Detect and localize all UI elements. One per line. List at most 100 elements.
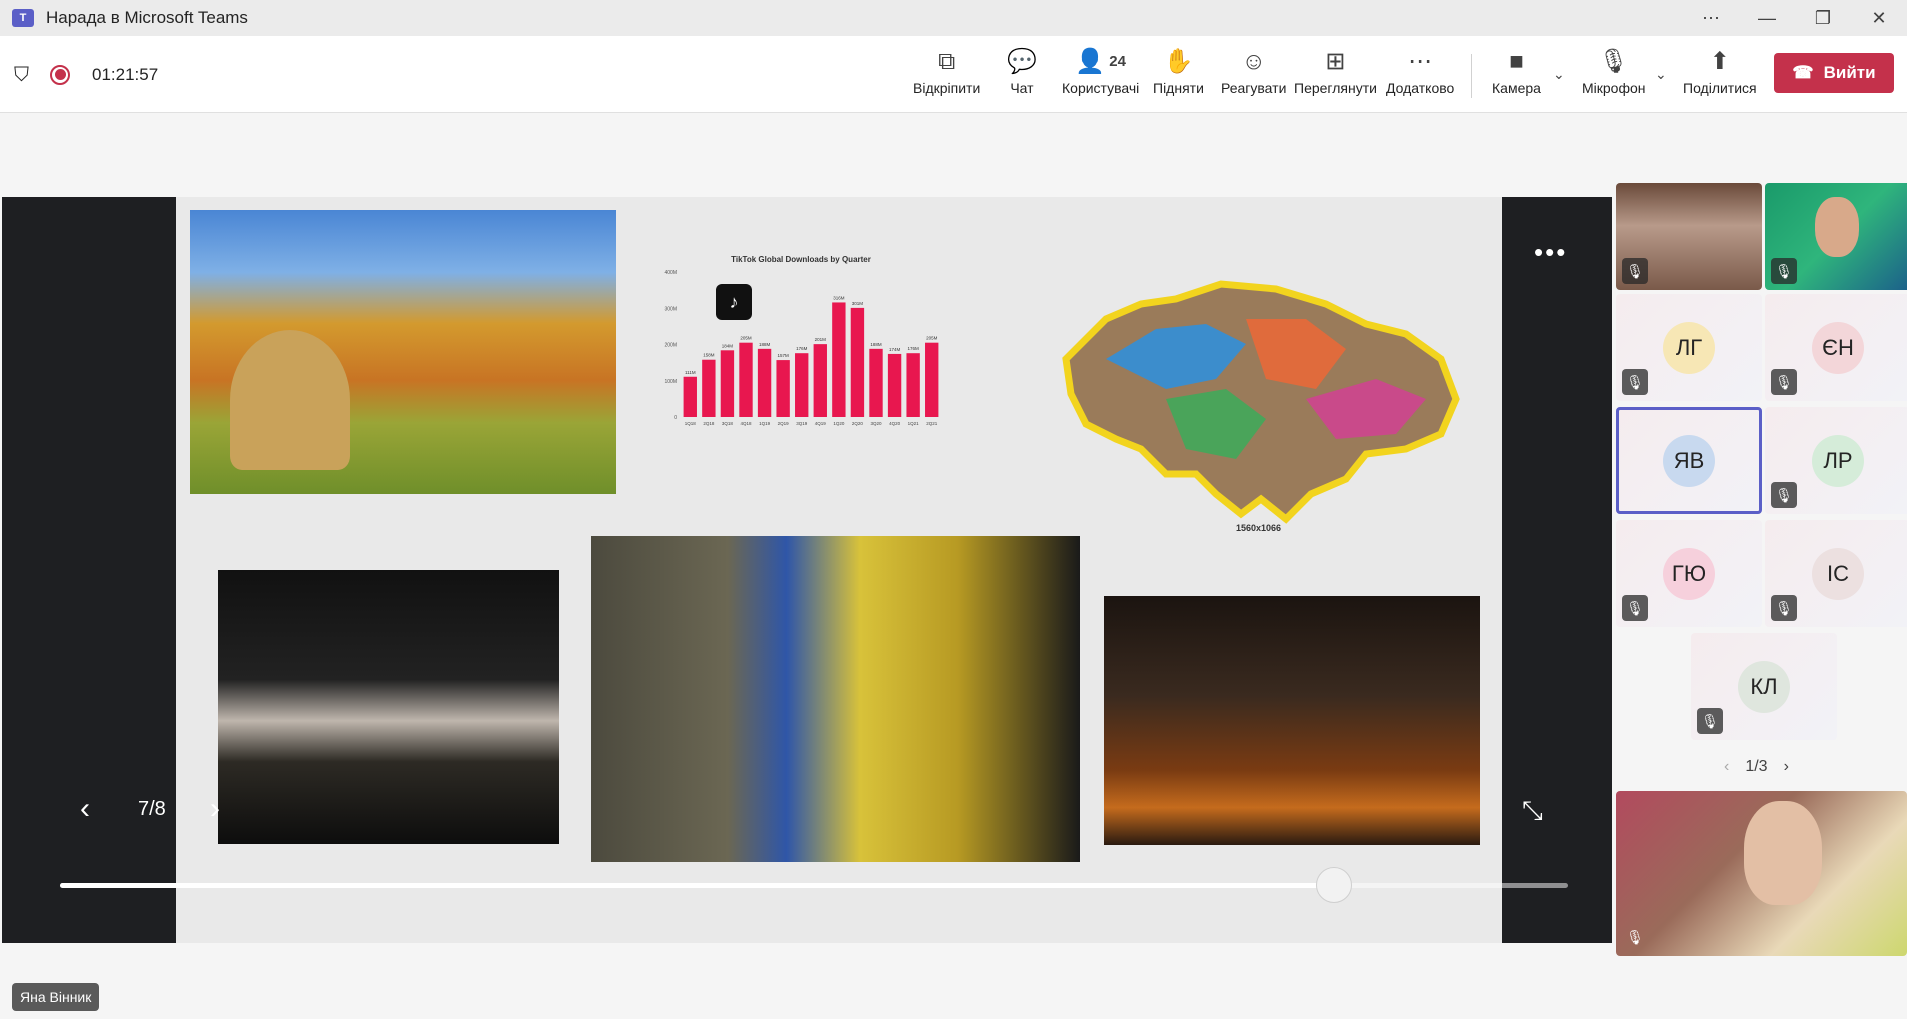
people-count: 24	[1109, 53, 1126, 70]
participant-face	[1815, 197, 1859, 257]
camera-button[interactable]: ■ Камера	[1492, 46, 1541, 106]
participant-tile[interactable]: КЛ 🎙	[1691, 633, 1837, 740]
participant-tile[interactable]: ЛР 🎙	[1765, 407, 1907, 514]
bar-value-label: 205M	[926, 336, 938, 341]
x-tick-label: 2Q21	[926, 421, 938, 426]
restore-icon[interactable]: ❐	[1795, 8, 1851, 29]
camera-options-chevron-icon[interactable]: ⌄	[1553, 66, 1565, 83]
more-icon[interactable]: ⋯	[1683, 8, 1739, 29]
chart-svg: TikTok Global Downloads by Quarter 0 100M…	[664, 255, 939, 426]
avatar: ЛГ	[1663, 321, 1715, 374]
ukraine-map-collage: 1560x1066	[1046, 249, 1476, 539]
leave-label: Вийти	[1823, 63, 1876, 82]
bar-value-label: 158M	[703, 353, 715, 358]
slider-thumb[interactable]	[1316, 867, 1353, 903]
participant-tile[interactable]: ІС 🎙	[1765, 520, 1907, 627]
self-face	[1744, 801, 1822, 905]
x-tick-label: 1Q20	[833, 421, 845, 426]
tiktok-note-icon: ♪	[730, 292, 739, 312]
y-tick-label: 100M	[664, 379, 677, 385]
avatar: ІС	[1812, 547, 1864, 600]
x-tick-label: 1Q19	[759, 421, 771, 426]
pager-next-chevron-icon[interactable]: ›	[1784, 758, 1789, 776]
react-button[interactable]: ☺ Реагувати	[1221, 46, 1286, 106]
minimize-icon[interactable]: —	[1739, 8, 1795, 29]
mic-off-icon: 🎙	[1622, 595, 1648, 621]
mic-off-icon: 🎙	[1771, 258, 1797, 284]
raise-hand-label: Підняти	[1153, 80, 1204, 96]
mic-button[interactable]: 🎙 Мікрофон	[1582, 46, 1646, 106]
chart-bar	[683, 376, 697, 417]
recording-icon[interactable]	[50, 64, 70, 85]
meeting-timer: 01:21:57	[92, 64, 159, 84]
shield-icon[interactable]: ⛉	[14, 64, 34, 86]
more-options-label: Додатково	[1386, 80, 1455, 96]
slide-page-indicator: 7/8	[138, 798, 166, 820]
pager-prev-chevron-icon[interactable]: ‹	[1724, 758, 1729, 776]
slide-progress-slider[interactable]	[60, 867, 1568, 903]
react-label: Реагувати	[1221, 80, 1287, 96]
chat-icon: 💬	[1007, 48, 1037, 75]
ukraine-map-svg: 1560x1066	[1062, 280, 1460, 533]
stage-more-icon[interactable]: •••	[1534, 237, 1567, 268]
participants-panel: 🎙 🎙 ЛГ 🎙 ЄН 🎙 ЯВ ЛР 🎙 ГЮ 🎙 ІС 🎙 КЛ 🎙 ‹ 1…	[1612, 180, 1907, 960]
chart-title: TikTok Global Downloads by Quarter	[731, 255, 871, 264]
mic-off-icon: 🎙	[1622, 369, 1648, 395]
y-tick-label: 0	[674, 415, 677, 421]
bar-value-label: 188M	[870, 342, 882, 347]
view-icon: ⊞	[1325, 48, 1346, 75]
more-options-button[interactable]: ⋯ Додатково	[1386, 46, 1454, 106]
camera-label: Камера	[1492, 80, 1541, 96]
chat-button[interactable]: 💬 Чат	[1007, 46, 1037, 106]
x-tick-label: 3Q18	[722, 421, 734, 426]
participant-tile-room-video[interactable]: 🎙	[1616, 183, 1762, 290]
window-titlebar: T Нарада в Microsoft Teams ⋯ — ❐ ✕	[0, 0, 1907, 36]
meeting-info: ⛉ 01:21:57	[14, 36, 158, 113]
chat-label: Чат	[1010, 80, 1034, 96]
bar-value-label: 157M	[778, 353, 790, 358]
share-icon: ⬆	[1709, 48, 1730, 75]
x-tick-label: 4Q18	[740, 421, 752, 426]
avatar: ЛР	[1812, 434, 1864, 487]
participant-tile[interactable]: ЛГ 🎙	[1616, 294, 1762, 401]
chart-bar	[813, 344, 827, 417]
raise-hand-button[interactable]: ✋ Підняти	[1153, 46, 1204, 106]
teams-icon: T	[12, 9, 34, 27]
bar-value-label: 111M	[685, 370, 696, 375]
people-button[interactable]: 👤 24 Користувачі	[1062, 46, 1139, 106]
exit-fullscreen-icon[interactable]: ⤡	[1522, 795, 1543, 827]
chart-bar	[776, 360, 790, 417]
participant-tile[interactable]: ГЮ 🎙	[1616, 520, 1762, 627]
avatar: КЛ	[1738, 660, 1790, 713]
phone-hangup-icon: ☎	[1792, 63, 1814, 82]
x-tick-label: 1Q18	[685, 421, 697, 426]
pager-label: 1/3	[1745, 758, 1768, 775]
participant-tile-active-speaker[interactable]: ЯВ	[1616, 407, 1762, 514]
mic-options-chevron-icon[interactable]: ⌄	[1655, 66, 1667, 83]
meeting-toolbar: ⛉ 01:21:57 ⧉ Відкріпити 💬 Чат 👤 24 Корист…	[0, 36, 1907, 113]
view-label: Переглянути	[1294, 80, 1377, 96]
x-tick-label: 2Q20	[852, 421, 864, 426]
close-icon[interactable]: ✕	[1851, 8, 1907, 29]
self-video-tile[interactable]: 🎙	[1616, 791, 1907, 956]
x-tick-label: 4Q20	[889, 421, 901, 426]
bar-value-label: 176M	[796, 346, 808, 351]
x-tick-label: 4Q19	[815, 421, 827, 426]
participant-tile[interactable]: ЄН 🎙	[1765, 294, 1907, 401]
next-slide-chevron-icon[interactable]: ›	[210, 792, 220, 826]
bar-value-label: 174M	[889, 347, 901, 352]
mic-off-icon: 🎙	[1598, 48, 1629, 75]
toolbar-divider	[1471, 54, 1472, 98]
participant-tile-speaker-video[interactable]: 🎙	[1765, 183, 1907, 290]
view-button[interactable]: ⊞ Переглянути	[1294, 46, 1377, 106]
leave-button[interactable]: ☎ Вийти	[1774, 53, 1894, 93]
chart-bar	[795, 353, 809, 417]
chart-bar	[906, 353, 920, 417]
previous-slide-chevron-icon[interactable]: ‹	[80, 792, 90, 826]
shared-content-stage[interactable]: TikTok Global Downloads by Quarter 0 100M…	[2, 197, 1612, 943]
mic-off-icon: 🎙	[1626, 928, 1644, 945]
share-button[interactable]: ⬆ Поділитися	[1683, 46, 1757, 106]
bar-value-label: 205M	[740, 336, 752, 341]
pop-out-button[interactable]: ⧉ Відкріпити	[913, 46, 980, 106]
pop-out-icon: ⧉	[938, 48, 956, 75]
